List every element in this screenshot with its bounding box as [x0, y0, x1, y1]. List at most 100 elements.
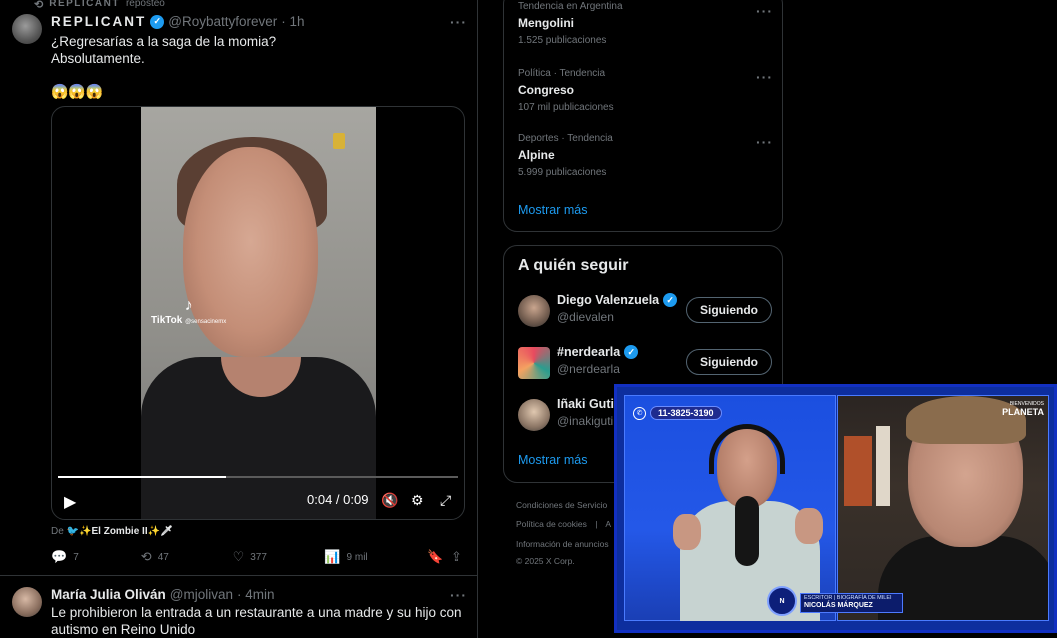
tiktok-watermark: ♪ TikTok @sensacinemx — [151, 297, 226, 326]
tweet-text-line: autismo en Reino Unido — [51, 622, 196, 637]
trend-more-icon[interactable]: ··· — [756, 134, 773, 150]
like-count: 377 — [250, 551, 267, 563]
trend-category: Deportes · Tendencia — [518, 133, 613, 144]
user-name-text: #nerdearla — [557, 345, 621, 359]
repost-label: reposteó — [125, 0, 165, 9]
share-button[interactable]: ⇪ — [451, 549, 465, 565]
author-name[interactable]: María Julia Oliván — [51, 587, 166, 602]
host-hand-right — [795, 508, 823, 544]
footer-link[interactable]: Política de cookies — [516, 519, 587, 529]
trend-item[interactable]: Tendencia en Argentina Mengolini 1.525 p… — [518, 1, 623, 46]
guest-name: NICOLÁS MÁRQUEZ — [804, 602, 873, 609]
video-frame[interactable]: ♪ TikTok @sensacinemx — [141, 107, 376, 519]
trend-topic: Congreso — [518, 83, 575, 97]
bookmark-button[interactable]: 🔖 — [427, 549, 451, 565]
user-handle[interactable]: @dievalen — [557, 310, 614, 324]
guest-video-panel: BIENVENIDOS PLANETA — [837, 395, 1049, 621]
phone-number: 11-3825-3190 — [650, 406, 722, 420]
tweet-text: Le prohibieron la entrada a un restauran… — [51, 604, 462, 638]
follow-show-more-link[interactable]: Mostrar más — [518, 453, 587, 467]
author-handle[interactable]: @Roybattyforever — [168, 14, 277, 29]
trend-item[interactable]: Política · Tendencia Congreso 107 mil pu… — [518, 68, 614, 113]
reply-count: 7 — [73, 551, 79, 563]
trends-panel: Tendencia en Argentina Mengolini 1.525 p… — [503, 0, 783, 232]
user-name[interactable]: Iñaki Gutie — [557, 397, 621, 411]
tweet-text-line: Le prohibieron la entrada a un restauran… — [51, 605, 462, 620]
footer-link[interactable]: Información de anuncios — [516, 539, 609, 549]
phone-banner: ✆ 11-3825-3190 — [633, 406, 722, 420]
reply-icon: 💬 — [51, 549, 68, 564]
tweet-emojis: 😱😱😱 — [51, 83, 104, 99]
author-name[interactable]: REPLICANT — [51, 14, 146, 29]
avatar[interactable] — [518, 399, 550, 431]
user-name[interactable]: Diego Valenzuela ✓ — [557, 293, 678, 307]
author-handle[interactable]: @mjolivan — [170, 587, 233, 602]
whatsapp-icon: ✆ — [633, 406, 646, 420]
footer-link[interactable]: Condiciones de Servicio — [516, 500, 607, 510]
avatar[interactable] — [518, 347, 550, 379]
repost-icon: ⟲ — [140, 549, 152, 564]
video-player[interactable]: ♪ TikTok @sensacinemx ▶ 0:04 / 0:09 🔇 ⚙ … — [51, 106, 465, 520]
video-progress-fill — [58, 476, 226, 478]
tweet-header: REPLICANT ✓ @Roybattyforever · 1h — [51, 14, 305, 29]
views-button[interactable]: 📊 9 mil — [324, 549, 427, 565]
fullscreen-icon[interactable]: ⤢ — [440, 492, 451, 509]
host-hand-left — [673, 514, 701, 550]
trend-more-icon[interactable]: ··· — [756, 69, 773, 85]
avatar[interactable] — [12, 587, 42, 617]
share-icon: ⇪ — [451, 549, 462, 564]
suggested-user[interactable]: Diego Valenzuela ✓ @dievalen Siguiendo — [518, 293, 772, 329]
video-source-name[interactable]: 🐦✨El Zombie II✨🗡 — [67, 526, 173, 537]
user-handle[interactable]: @nerdearla — [557, 362, 620, 376]
more-options-icon[interactable]: ··· — [450, 587, 467, 603]
repost-icon: ⟲ — [34, 0, 44, 11]
reply-button[interactable]: 💬 7 — [51, 549, 141, 565]
panel-title: A quién seguir — [518, 257, 629, 274]
footer-separator: | — [595, 519, 598, 529]
tweet-text-line: Absolutamente. — [51, 51, 145, 66]
trend-count: 107 mil publicaciones — [518, 102, 614, 113]
trend-more-icon[interactable]: ··· — [756, 3, 773, 19]
tweet-time[interactable]: · 1h — [281, 14, 304, 29]
avatar[interactable] — [518, 295, 550, 327]
footer-link[interactable]: A — [605, 519, 611, 529]
mute-icon[interactable]: 🔇 — [381, 492, 398, 509]
trend-item[interactable]: Deportes · Tendencia Alpine 5.999 public… — [518, 133, 613, 178]
repost-indicator[interactable]: ⟲ REPLICANT reposteó — [34, 0, 165, 11]
guest-role: ESCRITOR | BIOGRAFÍA DE MILEI — [804, 595, 892, 601]
more-options-icon[interactable]: ··· — [450, 14, 467, 30]
following-button[interactable]: Siguiendo — [686, 349, 772, 375]
repost-count: 47 — [157, 551, 169, 563]
verified-icon: ✓ — [663, 293, 678, 307]
user-name[interactable]: #nerdearla ✓ — [557, 345, 639, 359]
video-source[interactable]: De 🐦✨El Zombie II✨🗡 — [51, 526, 173, 537]
footer-links-row: Política de cookies | A — [516, 519, 611, 529]
play-icon[interactable]: ▶ — [64, 492, 76, 512]
user-name-text: Iñaki Gutie — [557, 397, 621, 411]
verified-icon: ✓ — [150, 14, 165, 29]
microphone-icon — [735, 496, 759, 566]
trend-category: Tendencia en Argentina — [518, 1, 623, 12]
channel-logo-text: PLANETA — [1002, 407, 1044, 417]
video-progress-bar[interactable] — [58, 476, 458, 478]
stream-video-overlay[interactable]: ✆ 11-3825-3190 BIENVENIDOS PLANETA N ESC… — [614, 384, 1057, 633]
network-logo-icon: N — [767, 586, 797, 616]
verified-icon: ✓ — [624, 345, 639, 359]
timeline-feed: ⟲ REPLICANT reposteó REPLICANT ✓ @Roybat… — [0, 0, 478, 638]
sticker-icon — [333, 133, 345, 149]
tweet-time[interactable]: · 4min — [237, 587, 275, 602]
trends-show-more-link[interactable]: Mostrar más — [518, 203, 587, 217]
video-time: 0:04 / 0:09 — [307, 492, 369, 507]
suggested-user[interactable]: #nerdearla ✓ @nerdearla Siguiendo — [518, 345, 772, 381]
trend-topic: Mengolini — [518, 16, 574, 30]
avatar[interactable] — [12, 14, 42, 44]
user-handle[interactable]: @inakiguti — [557, 414, 613, 428]
like-button[interactable]: ♡ 377 — [233, 549, 325, 565]
settings-icon[interactable]: ⚙ — [411, 492, 424, 509]
following-button[interactable]: Siguiendo — [686, 297, 772, 323]
repost-button[interactable]: ⟲ 47 — [141, 549, 233, 565]
tweet-header: María Julia Oliván @mjolivan · 4min — [51, 587, 275, 602]
views-count: 9 mil — [346, 551, 368, 563]
like-icon: ♡ — [232, 549, 245, 564]
trend-count: 5.999 publicaciones — [518, 167, 607, 178]
